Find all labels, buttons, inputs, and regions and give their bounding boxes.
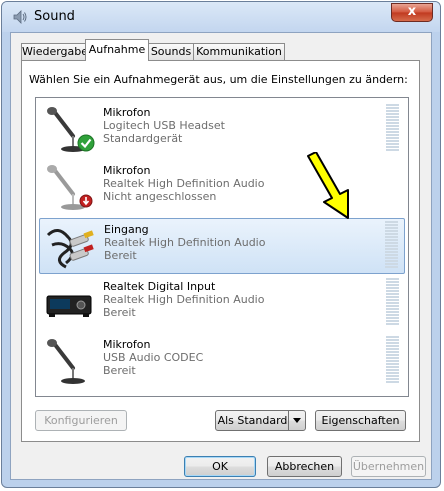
apply-button[interactable]: Übernehmen bbox=[351, 456, 426, 477]
digital-receiver-icon bbox=[46, 295, 92, 317]
device-name: Mikrofon bbox=[103, 164, 151, 177]
device-list[interactable]: Mikrofon Logitech USB Headset Standardge… bbox=[35, 97, 409, 397]
level-meter bbox=[386, 336, 399, 386]
tab-sounds[interactable]: Sounds bbox=[148, 43, 194, 60]
device-driver: Realtek High Definition Audio bbox=[103, 177, 265, 190]
window-title: Sound bbox=[34, 9, 75, 24]
device-name: Mikrofon bbox=[103, 106, 151, 119]
properties-button[interactable]: Eigenschaften bbox=[315, 410, 406, 431]
device-status: Bereit bbox=[104, 249, 137, 262]
recording-panel: Wählen Sie ein Aufnahmegerät aus, um die… bbox=[21, 60, 420, 442]
device-item-realtek-digital-input[interactable]: Realtek Digital Input Realtek High Defin… bbox=[39, 276, 405, 332]
tab-wiedergabe[interactable]: Wiedergabe bbox=[21, 43, 88, 60]
device-driver: Logitech USB Headset bbox=[103, 119, 225, 132]
device-item-eingang[interactable]: Eingang Realtek High Definition Audio Be… bbox=[39, 218, 405, 274]
level-meter bbox=[386, 104, 399, 154]
title-bar[interactable]: Sound x bbox=[2, 2, 440, 32]
set-default-button[interactable]: Als Standard bbox=[215, 410, 306, 431]
speaker-icon bbox=[13, 10, 27, 24]
device-name: Mikrofon bbox=[103, 338, 151, 351]
unplugged-icon bbox=[79, 194, 93, 208]
device-name: Eingang bbox=[104, 223, 149, 236]
device-item-mikrofon-logitech[interactable]: Mikrofon Logitech USB Headset Standardge… bbox=[39, 102, 405, 158]
level-meter bbox=[385, 221, 398, 271]
device-name: Realtek Digital Input bbox=[103, 280, 216, 293]
configure-button[interactable]: Konfigurieren bbox=[35, 410, 127, 431]
chevron-down-icon[interactable] bbox=[288, 411, 305, 430]
ok-button[interactable]: OK bbox=[184, 456, 256, 477]
annotation-arrow-icon bbox=[307, 152, 349, 219]
rca-cable-icon bbox=[46, 229, 94, 269]
set-default-label: Als Standard bbox=[217, 414, 288, 427]
device-status: Bereit bbox=[103, 306, 136, 319]
level-meter bbox=[386, 278, 399, 328]
tab-aufnahme[interactable]: Aufnahme bbox=[85, 39, 149, 61]
device-status: Nicht angeschlossen bbox=[103, 190, 217, 203]
tab-kommunikation[interactable]: Kommunikation bbox=[193, 43, 285, 60]
device-driver: Realtek High Definition Audio bbox=[103, 293, 265, 306]
instruction-text: Wählen Sie ein Aufnahmegerät aus, um die… bbox=[29, 73, 408, 86]
cancel-button[interactable]: Abbrechen bbox=[267, 456, 342, 477]
device-driver: USB Audio CODEC bbox=[103, 351, 204, 364]
default-check-icon bbox=[77, 134, 95, 152]
close-button[interactable]: x bbox=[391, 3, 433, 22]
close-icon: x bbox=[407, 4, 417, 19]
dialog-body: Wiedergabe Aufnahme Sounds Kommunikation… bbox=[10, 32, 432, 480]
device-driver: Realtek High Definition Audio bbox=[104, 236, 266, 249]
microphone-icon bbox=[47, 339, 85, 384]
device-status: Bereit bbox=[103, 364, 136, 377]
device-item-mikrofon-usb-codec[interactable]: Mikrofon USB Audio CODEC Bereit bbox=[39, 334, 405, 390]
device-status: Standardgerät bbox=[103, 132, 183, 145]
sound-dialog: Sound x Wiedergabe Aufnahme Sounds Kommu… bbox=[1, 1, 441, 488]
